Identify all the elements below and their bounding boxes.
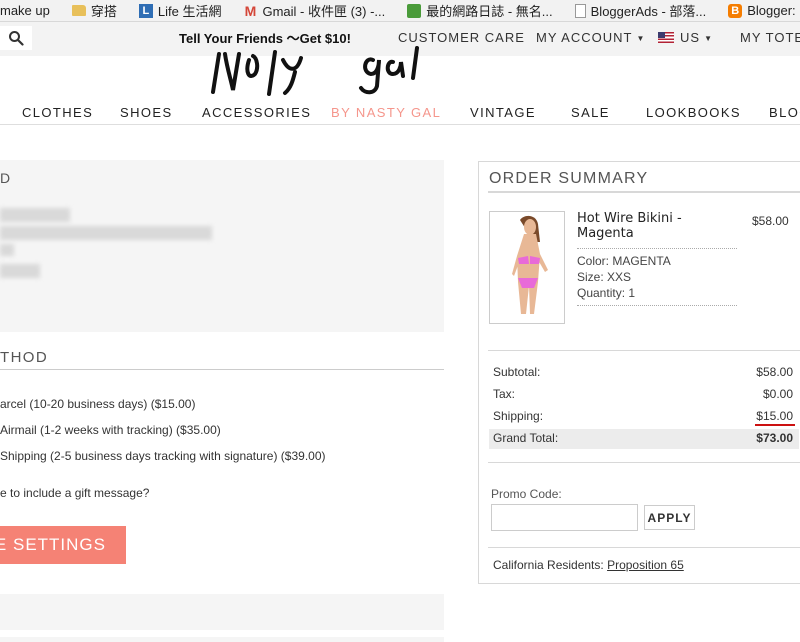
page-icon — [574, 3, 586, 18]
search-button[interactable] — [0, 26, 32, 50]
collapsed-section-panel — [0, 637, 444, 642]
order-summary: ORDER SUMMARY Hot Wire Bikini - Magenta … — [478, 161, 800, 584]
my-account-menu[interactable]: MY ACCOUNT ▼ — [536, 30, 645, 45]
search-icon — [9, 31, 24, 46]
referral-promo-link[interactable]: Tell Your Friends 〜Get $10! — [179, 28, 351, 47]
blog-icon — [407, 3, 422, 18]
order-summary-title: ORDER SUMMARY — [489, 170, 649, 187]
tax-value: $0.00 — [762, 387, 793, 401]
save-settings-button[interactable]: HESE SETTINGS — [0, 526, 126, 564]
subtotal-label: Subtotal: — [493, 365, 541, 379]
bookmark-label: Life 生活網 — [157, 4, 222, 19]
region-selector[interactable]: US ▼ — [658, 30, 713, 45]
nasty-gal-logo[interactable] — [205, 46, 450, 96]
my-account-label: MY ACCOUNT — [536, 30, 633, 45]
bookmark-make-up[interactable]: make up — [0, 3, 50, 18]
product-thumbnail[interactable] — [489, 211, 565, 324]
promo-code-input[interactable] — [491, 504, 638, 531]
bookmark-blog[interactable]: 最的網路日誌 - 無名... — [407, 1, 553, 20]
bookmark-label: Gmail - 收件匣 (3) -... — [262, 4, 386, 19]
nav-vintage[interactable]: VINTAGE — [470, 105, 536, 120]
nav-sale[interactable]: SALE — [571, 105, 610, 120]
subtotal-value: $58.00 — [756, 365, 793, 379]
bookmarks-bar: make up 穿搭 L Life 生活網 M Gmail - 收件匣 (3) … — [0, 0, 800, 22]
gmail-icon: M — [244, 2, 257, 19]
product-price: $58.00 — [752, 214, 789, 228]
bookmark-label: 最的網路日誌 - 無名... — [426, 4, 553, 19]
shipping-value: $15.00 — [756, 409, 793, 423]
customer-care-link[interactable]: CUSTOMER CARE — [398, 30, 525, 45]
divider — [0, 369, 444, 370]
grand-total-value: $73.00 — [756, 431, 793, 445]
product-name-link[interactable]: Hot Wire Bikini - Magenta — [577, 211, 737, 241]
l-icon: L — [138, 3, 153, 18]
divider — [577, 305, 737, 306]
nav-clothes[interactable]: CLOTHES — [22, 105, 93, 120]
shipping-option-express[interactable]: Shipping (2-5 business days tracking wit… — [0, 449, 326, 463]
address-panel-label: D — [0, 170, 11, 186]
shipping-option-airmail[interactable]: Airmail (1-2 weeks with tracking) ($35.0… — [0, 423, 221, 437]
product-quantity: Quantity: 1 — [577, 286, 636, 300]
bookmark-folder[interactable]: 穿搭 — [71, 1, 117, 20]
grand-total-label: Grand Total: — [493, 431, 559, 445]
bookmark-label: make up — [0, 3, 50, 18]
shipping-label: Shipping: — [493, 409, 544, 423]
blogger-icon: B — [728, 3, 743, 18]
collapsed-section-panel — [0, 594, 444, 630]
redacted-text — [0, 244, 14, 256]
bookmark-label: BloggerAds - 部落... — [590, 4, 707, 19]
shipping-address-panel: D — [0, 160, 444, 332]
redacted-text — [0, 208, 70, 222]
proposition-65-link[interactable]: Proposition 65 — [607, 558, 684, 572]
nav-blog[interactable]: BLOG — [769, 105, 800, 120]
bookmark-gmail[interactable]: M Gmail - 收件匣 (3) -... — [243, 1, 386, 20]
bookmark-bloggerads[interactable]: BloggerAds - 部落... — [574, 1, 707, 20]
nav-shoes[interactable]: SHOES — [120, 105, 173, 120]
main-nav: CLOTHES SHOES ACCESSORIES BY NASTY GAL V… — [0, 100, 800, 125]
caret-down-icon: ▼ — [636, 34, 646, 44]
caret-down-icon: ▼ — [704, 34, 713, 44]
divider — [488, 350, 800, 351]
region-label: US — [680, 30, 701, 45]
bookmark-life[interactable]: L Life 生活網 — [138, 1, 222, 20]
product-size: Size: XXS — [577, 270, 632, 284]
bookmark-blogger[interactable]: B Blogger: Blogger ... — [728, 3, 800, 18]
us-flag-icon — [658, 32, 674, 43]
gift-message-question[interactable]: e to include a gift message? — [0, 486, 149, 500]
bookmark-label: 穿搭 — [90, 4, 117, 19]
nav-lookbooks[interactable]: LOOKBOOKS — [646, 105, 741, 120]
redacted-text — [0, 226, 212, 240]
shipping-option-parcel[interactable]: arcel (10-20 business days) ($15.00) — [0, 397, 195, 411]
tax-label: Tax: — [493, 387, 516, 401]
shipping-method-title: THOD — [0, 349, 49, 366]
california-notice-label: California Residents: — [493, 558, 604, 572]
folder-icon — [71, 5, 86, 16]
my-tote-link[interactable]: MY TOTE — [740, 30, 800, 45]
divider — [488, 191, 800, 193]
bookmark-label: Blogger: Blogger ... — [747, 3, 800, 18]
nav-by-nasty-gal[interactable]: BY NASTY GAL — [331, 105, 441, 120]
shipping-underline-annotation — [755, 424, 795, 426]
divider — [488, 547, 800, 548]
bikini-model-image — [512, 215, 548, 314]
redacted-text — [0, 264, 40, 278]
product-color: Color: MAGENTA — [577, 254, 671, 268]
apply-promo-button[interactable]: APPLY — [644, 505, 695, 530]
divider — [488, 462, 800, 463]
promo-code-label: Promo Code: — [491, 487, 562, 501]
california-notice: California Residents: Proposition 65 — [493, 558, 684, 572]
divider — [577, 248, 737, 249]
nav-accessories[interactable]: ACCESSORIES — [202, 105, 311, 120]
